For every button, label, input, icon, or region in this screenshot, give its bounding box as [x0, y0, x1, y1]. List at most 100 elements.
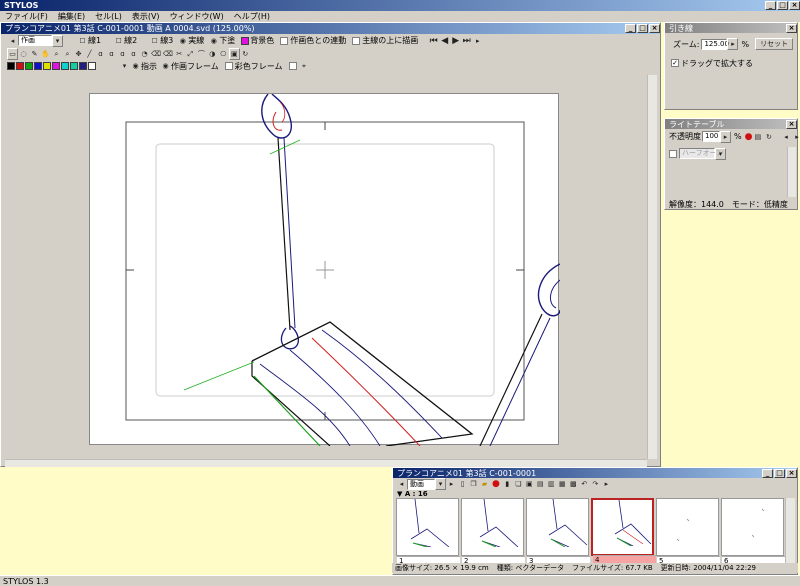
instruction-radio[interactable]: ◉ [130, 60, 141, 72]
background-color-label[interactable]: 背景色 [250, 35, 274, 46]
instruction-label[interactable]: 指示 [141, 61, 157, 72]
layer-dropdown-icon[interactable]: ▾ [52, 34, 63, 47]
light-layer-dropdown-icon[interactable]: ▾ [715, 147, 726, 160]
art-frame-label[interactable]: 作画フレーム [171, 61, 219, 72]
prev-frame-icon[interactable]: ◀ [439, 35, 450, 47]
layer-tab-2[interactable]: 線2 [124, 35, 137, 46]
cut-line-tool-icon[interactable]: ✂ [174, 48, 185, 60]
canvas-horizontal-scrollbar[interactable] [5, 459, 647, 467]
link-art-color-label[interactable]: 作画色との連動 [290, 35, 346, 46]
record-icon[interactable]: ● [745, 132, 753, 142]
menu-window[interactable]: ウィンドウ(W) [165, 11, 229, 22]
export-icon[interactable]: ▤ [535, 478, 546, 490]
sheet-maximize-button[interactable]: □ [774, 468, 785, 478]
last-frame-icon[interactable]: ⏭ [461, 35, 472, 47]
menu-cell[interactable]: セル(L) [90, 11, 127, 22]
pen-tool-icon[interactable]: ✎ [29, 48, 40, 60]
eraser-tool-2-icon[interactable]: ⌫ [162, 48, 174, 60]
frame-tool-icon[interactable]: ▣ [228, 47, 240, 60]
maximize-button[interactable]: □ [777, 1, 788, 10]
registration-checkbox[interactable] [288, 62, 297, 70]
play-icon[interactable]: ▶ [450, 35, 461, 47]
sheet-prev-icon[interactable]: ◂ [396, 478, 407, 490]
palette-dropdown-icon[interactable]: ▾ [119, 60, 130, 72]
open-folder-icon[interactable]: ▰ [479, 478, 490, 490]
sheet-record-icon[interactable]: ● [492, 479, 500, 489]
background-color-swatch[interactable] [241, 36, 250, 45]
brush-tool-4-icon[interactable]: ɑ [128, 48, 139, 60]
curve-tool-icon[interactable]: ⌒ [196, 48, 207, 60]
palette-color-red[interactable] [16, 62, 24, 70]
light-table-scrollbar[interactable] [787, 147, 796, 197]
light-layer-select[interactable]: ハーフオーン [679, 148, 723, 159]
copy-icon[interactable]: ❐ [468, 478, 479, 490]
brush-tool-1-icon[interactable]: ɑ [95, 48, 106, 60]
palette-color-teal[interactable] [70, 62, 78, 70]
color-frame-label[interactable]: 彩色フレーム [235, 61, 283, 72]
brush-tool-2-icon[interactable]: ɑ [106, 48, 117, 60]
palette-color-green[interactable] [25, 62, 33, 70]
sheet-next-icon[interactable]: ▸ [446, 478, 457, 490]
menu-file[interactable]: ファイル(F) [0, 11, 53, 22]
sheet-close-button[interactable]: × [786, 468, 797, 478]
move-tool-icon[interactable]: ✥ [73, 48, 84, 60]
palette-color-white[interactable] [88, 62, 96, 70]
paste-icon[interactable]: ▣ [524, 478, 535, 490]
minimize-button[interactable]: _ [765, 1, 776, 10]
zoom-out-tool-icon[interactable]: ⌕ [62, 48, 73, 60]
palette-color-navy[interactable] [79, 62, 87, 70]
menu-help[interactable]: ヘルプ(H) [229, 11, 275, 22]
under-label[interactable]: 下塗 [219, 35, 235, 46]
sheet-minimize-button[interactable]: _ [762, 468, 773, 478]
stamp-tool-icon[interactable]: ⎔ [218, 48, 229, 60]
rotate-icon[interactable]: ↻ [763, 131, 774, 143]
paint-tool-icon[interactable]: ◑ [207, 48, 218, 60]
light-next-icon[interactable]: ▸ [791, 131, 800, 143]
menu-edit[interactable]: 編集(E) [53, 11, 90, 22]
prev-layer-icon[interactable]: ◂ [7, 35, 18, 47]
more-icon[interactable]: ▸ [472, 35, 483, 47]
first-frame-icon[interactable]: ⏮ [428, 35, 439, 47]
solid-line-label[interactable]: 実線 [188, 35, 204, 46]
sheet-column-label[interactable]: ▼ A : 16 [393, 490, 797, 498]
frame-settings-icon[interactable]: ▦ [557, 478, 568, 490]
frame-thumbnail-6[interactable]: 6 [721, 498, 785, 565]
layer-tab-3[interactable]: 線3 [160, 35, 173, 46]
undo-icon[interactable]: ↶ [579, 478, 590, 490]
thumbnail-scrollbar[interactable] [785, 498, 795, 566]
fill-tool-icon[interactable]: ◔ [139, 48, 150, 60]
solid-line-check[interactable]: ◉ [177, 35, 188, 47]
select-rect-tool-icon[interactable]: ▭ [7, 47, 18, 60]
zoom-reset-button[interactable]: リセット [755, 38, 794, 50]
eraser-tool-1-icon[interactable]: ⌫ [150, 48, 162, 60]
trash-icon[interactable]: ▮ [502, 478, 513, 490]
drag-zoom-label[interactable]: ドラッグで拡大する [681, 58, 753, 69]
link-art-color-checkbox[interactable] [280, 36, 289, 45]
palette-color-yellow[interactable] [43, 62, 51, 70]
draw-on-main-label[interactable]: 主線の上に描画 [362, 35, 418, 46]
color-frame-checkbox[interactable] [224, 62, 233, 70]
light-prev-icon[interactable]: ◂ [780, 131, 791, 143]
new-file-icon[interactable]: ▯ [457, 478, 468, 490]
layer-check-2[interactable]: ☐ [113, 35, 124, 47]
drag-zoom-checkbox[interactable]: ✓ [671, 59, 679, 67]
palette-color-magenta[interactable] [52, 62, 60, 70]
zoom-spin-icon[interactable]: ▸ [727, 38, 739, 50]
under-check[interactable]: ◉ [208, 35, 219, 47]
doc-close-button[interactable]: × [649, 24, 660, 33]
zoom-input[interactable]: 125.00 [701, 38, 729, 50]
layer-select[interactable]: 作画 [18, 35, 52, 46]
palette-color-blue[interactable] [34, 62, 42, 70]
close-button[interactable]: × [789, 1, 800, 10]
join-line-tool-icon[interactable]: ⤢ [185, 48, 196, 60]
layer-tab-1[interactable]: 線1 [88, 35, 101, 46]
canvas-area[interactable] [5, 75, 647, 459]
light-layer-checkbox[interactable] [669, 149, 677, 158]
layer-icon[interactable]: ▤ [752, 131, 763, 143]
doc-minimize-button[interactable]: _ [625, 24, 636, 33]
palette-color-black[interactable] [7, 62, 15, 70]
zoom-tool-icon[interactable]: ⌕ [51, 48, 62, 60]
import-icon[interactable]: ▥ [546, 478, 557, 490]
light-table-close-button[interactable]: × [786, 119, 797, 129]
frame-thumbnail-3[interactable]: 3 [526, 498, 590, 565]
